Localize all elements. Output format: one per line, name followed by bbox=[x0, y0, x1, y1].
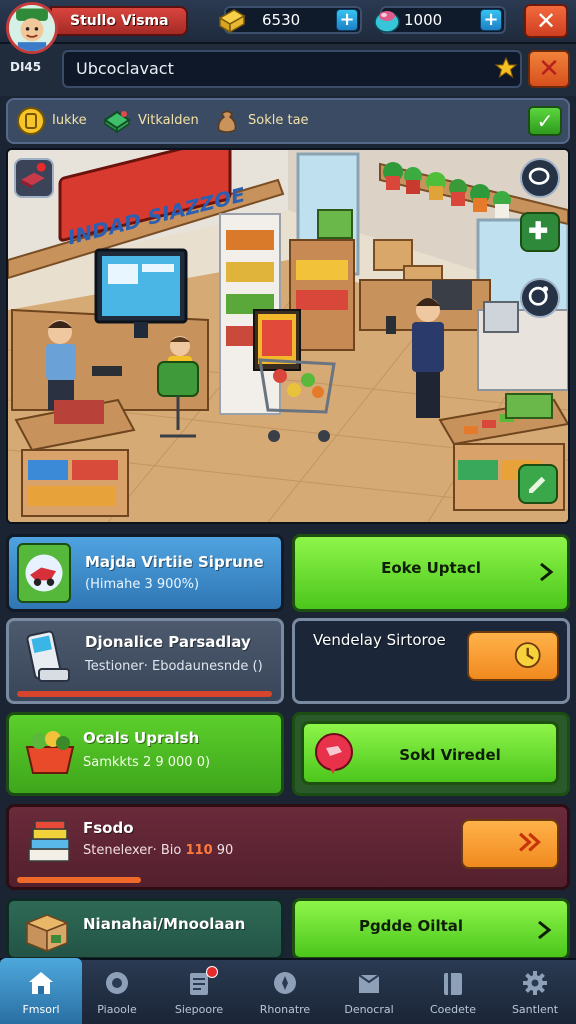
tab-coins[interactable]: Iukke bbox=[16, 104, 96, 138]
nav-label: Santlent bbox=[511, 1003, 559, 1016]
nav-people[interactable]: Piaoole bbox=[76, 958, 158, 1024]
gem-icon bbox=[374, 11, 400, 33]
delivery-truck-button[interactable] bbox=[14, 158, 54, 198]
nav-label: Fmsorl bbox=[22, 1003, 60, 1016]
nav-tasks[interactable]: Siepoore bbox=[158, 958, 240, 1024]
button-label: Eoke Uptacl bbox=[381, 559, 481, 577]
plus-icon bbox=[529, 221, 548, 240]
card-subtitle: Testioner· Ebodaunesnde () bbox=[85, 659, 263, 674]
progress-bar bbox=[17, 877, 141, 883]
card-title: Djonalice Parsadlay bbox=[85, 633, 251, 651]
speech-bubble-icon bbox=[528, 167, 550, 185]
sack-icon bbox=[217, 110, 237, 133]
gem-value: 1000 bbox=[404, 11, 443, 29]
nav-label: Siepoore bbox=[174, 1003, 224, 1016]
fast-forward-button[interactable] bbox=[461, 819, 559, 869]
nav-explore[interactable]: Rhonatre bbox=[244, 958, 326, 1024]
nav-label: Coedete bbox=[429, 1003, 476, 1016]
nav-label: Denocral bbox=[344, 1003, 394, 1016]
pencil-icon bbox=[529, 476, 546, 493]
clock-icon bbox=[514, 642, 541, 668]
edit-button[interactable] bbox=[518, 464, 558, 504]
gold-bar-icon bbox=[218, 9, 246, 34]
truck-icon bbox=[21, 162, 46, 189]
upgrade-card-vehicle[interactable]: Majda Virtiie Siprune (Himahe 3 900%) bbox=[6, 534, 284, 612]
button-label: Pgdde Oiltal bbox=[358, 917, 464, 935]
nav-label: Piaoole bbox=[97, 1003, 137, 1016]
cash-icon bbox=[103, 110, 131, 134]
card-title: Fsodo bbox=[83, 819, 134, 837]
compass-icon bbox=[274, 972, 296, 994]
add-gold-button[interactable]: + bbox=[336, 9, 358, 31]
card-subtitle-suffix: 90 bbox=[216, 843, 234, 858]
tab-sack[interactable]: Sokle tae bbox=[212, 104, 312, 138]
home-icon bbox=[29, 972, 53, 994]
star-icon[interactable] bbox=[494, 56, 518, 80]
tab-label: Vitkalden bbox=[138, 113, 199, 128]
chat-button[interactable] bbox=[520, 158, 560, 198]
nav-settings[interactable]: Santlent bbox=[494, 958, 576, 1024]
close-button[interactable]: ✕ bbox=[524, 4, 568, 38]
camera-icon bbox=[528, 286, 549, 306]
button-label: Sokl Viredel bbox=[399, 746, 501, 764]
coin-icon bbox=[17, 107, 45, 135]
add-gems-button[interactable]: + bbox=[480, 9, 502, 31]
upgrade-card-stock[interactable]: Fsodo Stenelexer· Bio 110 90 bbox=[6, 804, 570, 890]
cardboard-box-icon bbox=[24, 914, 70, 953]
tab-cash[interactable]: Vitkalden bbox=[102, 104, 206, 138]
upgrade-card-terminal[interactable]: Djonalice Parsadlay Testioner· Ebodaunes… bbox=[6, 618, 284, 704]
gold-counter: 6530 + bbox=[218, 6, 362, 34]
card-title: Vendelay Sirtoroe bbox=[313, 631, 446, 649]
sale-button[interactable]: Sokl Viredel bbox=[301, 721, 559, 785]
tab-label: Sokle tae bbox=[248, 113, 309, 128]
storage-button[interactable]: Pgdde Oiltal bbox=[292, 898, 570, 960]
nav-inventory[interactable]: Denocral bbox=[328, 958, 410, 1024]
card-subtitle: Stenelexer· Bio bbox=[83, 843, 182, 858]
gem-counter: 1000 + bbox=[374, 6, 506, 34]
player-name: Stullo Visma bbox=[50, 6, 188, 36]
upgrade-button[interactable]: Eoke Uptacl bbox=[292, 534, 570, 612]
upgrade-card-storage[interactable]: Nianahai/Mnoolaan bbox=[6, 898, 284, 960]
camera-button[interactable] bbox=[520, 278, 560, 318]
notification-badge bbox=[206, 966, 218, 978]
card-subtitle: (Himahe 3 900%) bbox=[85, 577, 200, 592]
card-highlight-value: 110 bbox=[185, 843, 213, 858]
close-search-button[interactable]: ✕ bbox=[528, 50, 570, 88]
timer-button[interactable] bbox=[467, 631, 559, 681]
upgrade-card-basket[interactable]: Ocals Upralsh Samkkts 2 9 000 0) bbox=[6, 712, 284, 796]
confirm-button[interactable]: ✓ bbox=[528, 106, 562, 136]
vendor-card[interactable]: Vendelay Sirtoroe bbox=[292, 618, 570, 704]
card-title: Ocals Upralsh bbox=[83, 729, 200, 747]
search-input[interactable]: Ubcoclavact bbox=[62, 50, 522, 88]
level-label: DI45 bbox=[10, 60, 42, 74]
store-scene[interactable]: INDAD SIAZZOE bbox=[6, 148, 570, 524]
car-icon bbox=[25, 554, 63, 592]
nav-label: Rhonatre bbox=[259, 1003, 311, 1016]
nav-home[interactable]: Fmsorl bbox=[0, 958, 82, 1024]
card-title: Nianahai/Mnoolaan bbox=[83, 915, 246, 933]
player-avatar[interactable] bbox=[6, 2, 58, 54]
stacked-goods-icon bbox=[28, 820, 70, 862]
card-title: Majda Virtiie Siprune bbox=[85, 553, 264, 571]
sale-card[interactable]: Sokl Viredel bbox=[292, 712, 570, 796]
book-icon bbox=[444, 973, 462, 995]
fast-forward-icon bbox=[519, 832, 541, 852]
gold-value: 6530 bbox=[262, 11, 301, 29]
box-icon bbox=[358, 974, 380, 993]
add-item-button[interactable] bbox=[520, 212, 560, 252]
nav-catalog[interactable]: Coedete bbox=[412, 958, 494, 1024]
payment-terminal-icon bbox=[26, 630, 70, 682]
progress-bar bbox=[17, 691, 272, 697]
card-subtitle: Samkkts 2 9 000 0) bbox=[83, 755, 211, 770]
chevron-right-icon bbox=[538, 920, 552, 940]
chevron-right-icon bbox=[540, 562, 554, 582]
cog-icon bbox=[523, 971, 547, 995]
basket-icon bbox=[25, 731, 75, 774]
gear-icon bbox=[106, 972, 128, 994]
vehicle-card-icon bbox=[17, 543, 71, 603]
tab-label: Iukke bbox=[52, 113, 87, 128]
